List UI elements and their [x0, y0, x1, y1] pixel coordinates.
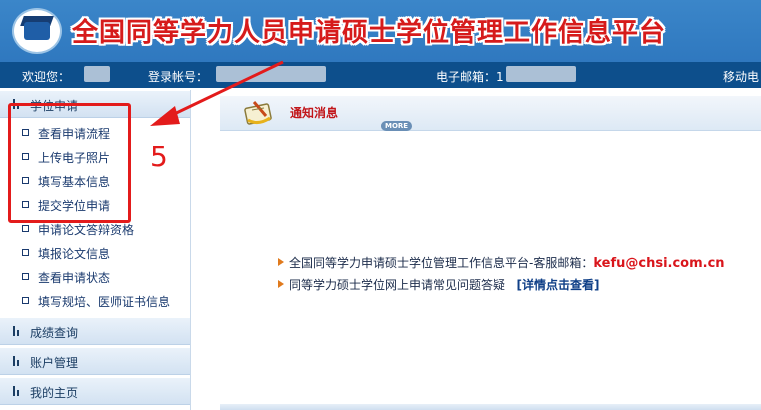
sidebar-section-homepage[interactable]: 我的主页: [0, 377, 190, 405]
arrow-bullet-icon: [278, 258, 284, 266]
site-title: 全国同等学力人员申请硕士学位管理工作信息平台: [72, 18, 667, 48]
notice-item-faq: 同等学力硕士学位网上申请常见问题答疑 [详情点击查看]: [278, 276, 599, 293]
redacted-username: [84, 66, 110, 82]
sidebar-item-certificate-info[interactable]: 填写规培、医师证书信息: [0, 289, 190, 313]
redacted-account: [216, 66, 326, 82]
site-logo: [12, 8, 62, 54]
content-footer-bar: [220, 404, 761, 410]
notepad-pencil-icon: [244, 101, 272, 125]
support-email-link[interactable]: kefu@chsi.com.cn: [593, 256, 724, 271]
square-bullet-icon: [22, 249, 29, 256]
account-label: 登录帐号：: [148, 70, 209, 84]
details-link[interactable]: [详情点击查看]: [516, 278, 599, 292]
annotation-step-number: 5: [150, 140, 168, 173]
redacted-email: [506, 66, 576, 82]
welcome-label: 欢迎您：: [22, 70, 71, 84]
sidebar-item-thesis-info[interactable]: 填报论文信息: [0, 241, 190, 265]
sidebar-section-score-query[interactable]: 成绩查询: [0, 317, 190, 345]
notice-title: 通知消息: [290, 106, 339, 120]
annotation-highlight-box: [8, 103, 131, 223]
faq-link[interactable]: 同等学力硕士学位网上申请常见问题答疑: [289, 278, 505, 292]
mobile-label: 移动电: [723, 70, 760, 84]
email-label: 电子邮箱：1: [436, 70, 504, 84]
sidebar-item-application-status[interactable]: 查看申请状态: [0, 265, 190, 289]
site-header: 全国同等学力人员申请硕士学位管理工作信息平台: [0, 0, 761, 62]
user-info-bar: 欢迎您： 登录帐号： 电子邮箱：1 移动电: [0, 62, 761, 88]
notice-item-support-email: 全国同等学力申请硕士学位管理工作信息平台-客服邮箱：kefu@chsi.com.…: [278, 254, 725, 271]
square-bullet-icon: [22, 225, 29, 232]
bar-chart-icon: [13, 326, 20, 336]
square-bullet-icon: [22, 297, 29, 304]
sidebar-section-account[interactable]: 账户管理: [0, 347, 190, 375]
square-bullet-icon: [22, 273, 29, 280]
more-button[interactable]: MORE: [381, 121, 413, 131]
arrow-bullet-icon: [278, 280, 284, 288]
bar-chart-icon: [13, 386, 20, 396]
bar-chart-icon: [13, 356, 20, 366]
